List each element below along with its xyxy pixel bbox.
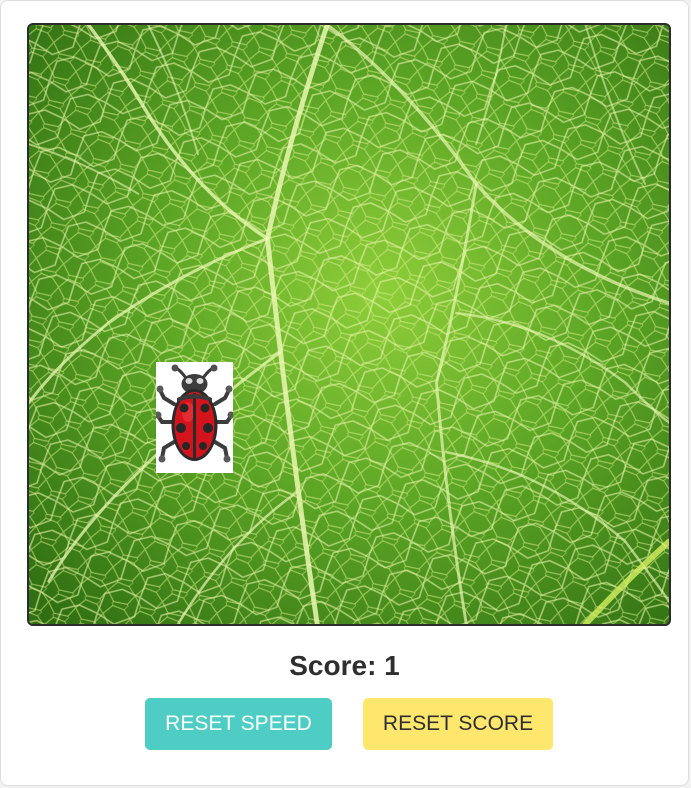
game-board[interactable]	[27, 23, 671, 626]
game-card: Score: 1 RESET SPEED RESET SCORE	[0, 0, 689, 786]
score-display: Score: 1	[289, 650, 400, 681]
reset-score-button[interactable]: RESET SCORE	[363, 698, 553, 750]
ladybug-icon	[156, 364, 233, 463]
reset-speed-button[interactable]: RESET SPEED	[145, 698, 332, 750]
ladybug-target[interactable]	[156, 362, 233, 473]
leaf-background	[29, 25, 669, 624]
